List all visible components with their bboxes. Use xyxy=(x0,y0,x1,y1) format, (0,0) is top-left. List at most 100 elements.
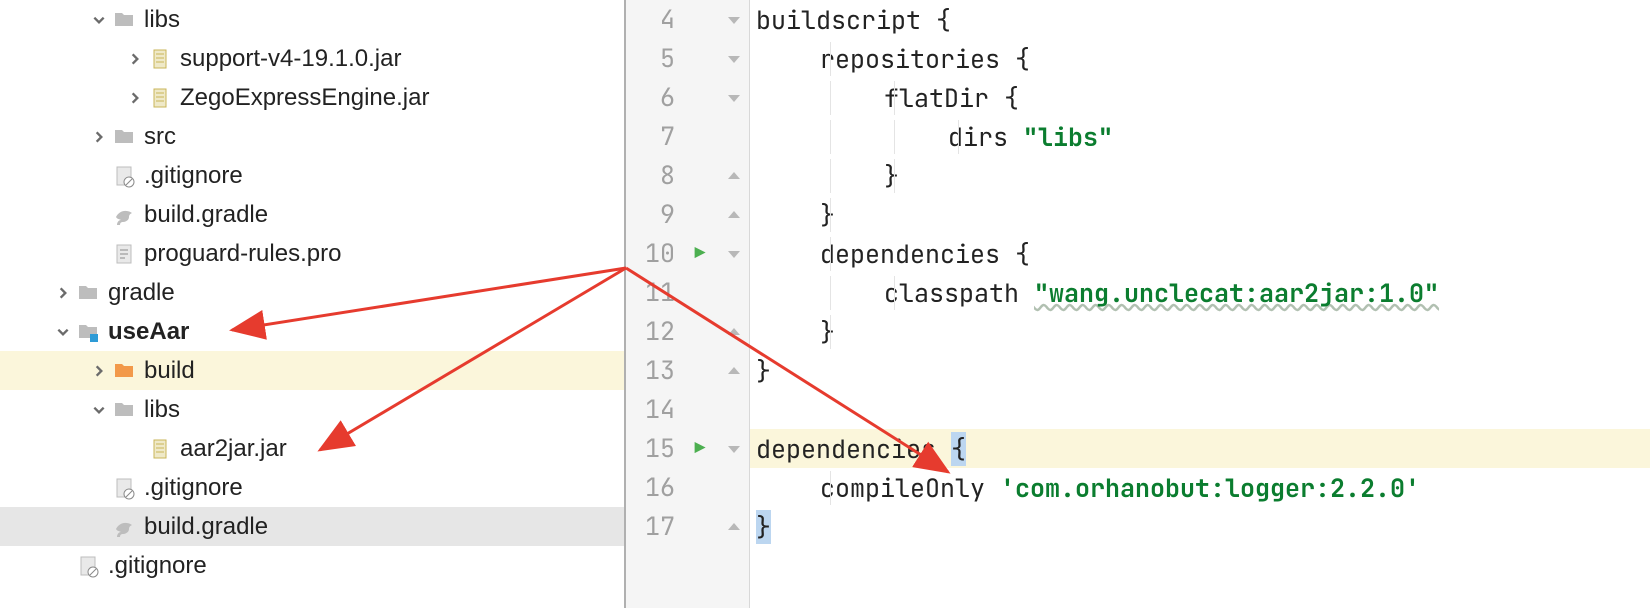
code-token: buildscript { xyxy=(756,3,951,37)
code-token: dependencies xyxy=(756,432,951,466)
chevron-right-icon[interactable] xyxy=(54,284,72,302)
run-gutter-icon[interactable]: ▶ xyxy=(682,429,718,468)
jar-support-v4[interactable]: support-v4-19.1.0.jar xyxy=(0,39,624,78)
run-gutter-empty xyxy=(682,390,718,429)
fold-gutter-icon[interactable] xyxy=(718,195,749,234)
run-gutter-empty xyxy=(682,39,718,78)
code-editor[interactable]: 4567891011121314151617 ▶▶ buildscript {r… xyxy=(626,0,1650,608)
fold-gutter-icon[interactable] xyxy=(718,156,749,195)
code-line[interactable]: } xyxy=(750,507,1650,546)
tree-item-label: .gitignore xyxy=(144,474,243,502)
line-number: 17 xyxy=(626,507,675,546)
gitignore-1[interactable]: .gitignore xyxy=(0,156,624,195)
proguard-rules[interactable]: proguard-rules.pro xyxy=(0,234,624,273)
tree-item-label: .gitignore xyxy=(108,552,207,580)
chevron-right-icon[interactable] xyxy=(126,89,144,107)
tree-item-label: proguard-rules.pro xyxy=(144,240,341,268)
gitignore-3[interactable]: .gitignore xyxy=(0,546,624,585)
run-gutter-empty xyxy=(682,78,718,117)
code-line[interactable]: flatDir { xyxy=(750,78,1650,117)
line-number: 16 xyxy=(626,468,675,507)
line-number: 14 xyxy=(626,390,675,429)
fold-gutter-icon[interactable] xyxy=(718,39,749,78)
libs-folder-2[interactable]: libs xyxy=(0,390,624,429)
code-line[interactable]: dirs "libs" xyxy=(750,117,1650,156)
tree-item-label: build.gradle xyxy=(144,513,268,541)
chevron-down-icon[interactable] xyxy=(54,323,72,341)
tree-item-label: gradle xyxy=(108,279,175,307)
run-gutter-empty xyxy=(682,507,718,546)
code-token: "libs" xyxy=(1023,120,1113,154)
chevron-right-icon[interactable] xyxy=(90,362,108,380)
tree-item-label: aar2jar.jar xyxy=(180,435,287,463)
fold-gutter-icon xyxy=(718,117,749,156)
fold-gutter-icon[interactable] xyxy=(718,234,749,273)
gitignore-icon xyxy=(112,164,136,188)
gutter-fold-markers[interactable] xyxy=(718,0,750,608)
fold-gutter-icon xyxy=(718,390,749,429)
chevron-down-icon[interactable] xyxy=(90,11,108,29)
libs-folder[interactable]: libs xyxy=(0,0,624,39)
code-token: "wang.unclecat:aar2jar:1.0" xyxy=(1034,276,1439,310)
code-line[interactable]: } xyxy=(750,312,1650,351)
folder-icon xyxy=(112,398,136,422)
jar-zego[interactable]: ZegoExpressEngine.jar xyxy=(0,78,624,117)
folder-icon xyxy=(112,125,136,149)
line-number: 10 xyxy=(626,234,675,273)
fold-gutter-icon[interactable] xyxy=(718,351,749,390)
build-gradle-2[interactable]: build.gradle xyxy=(0,507,624,546)
run-gutter-icon[interactable]: ▶ xyxy=(682,234,718,273)
code-token: { xyxy=(951,432,966,466)
fold-gutter-icon xyxy=(718,273,749,312)
module-icon xyxy=(76,320,100,344)
code-line[interactable]: } xyxy=(750,156,1650,195)
code-line[interactable]: compileOnly 'com.orhanobut:logger:2.2.0' xyxy=(750,468,1650,507)
code-line[interactable]: dependencies { xyxy=(750,234,1650,273)
fold-gutter-icon[interactable] xyxy=(718,0,749,39)
textfile-icon xyxy=(112,242,136,266)
tree-item-label: build xyxy=(144,357,195,385)
fold-gutter-icon[interactable] xyxy=(718,429,749,468)
gradle-icon xyxy=(112,515,136,539)
code-token: compileOnly xyxy=(820,471,1000,505)
build-folder[interactable]: build xyxy=(0,351,624,390)
code-line[interactable]: } xyxy=(750,195,1650,234)
code-line[interactable]: dependencies { xyxy=(750,429,1650,468)
tree-item-label: ZegoExpressEngine.jar xyxy=(180,84,429,112)
chevron-right-icon[interactable] xyxy=(126,50,144,68)
build-gradle-1[interactable]: build.gradle xyxy=(0,195,624,234)
line-number: 8 xyxy=(626,156,675,195)
code-token: classpath xyxy=(884,276,1034,310)
fold-gutter-icon xyxy=(718,468,749,507)
run-gutter-empty xyxy=(682,195,718,234)
code-token: } xyxy=(884,159,899,193)
tree-item-label: support-v4-19.1.0.jar xyxy=(180,45,401,73)
run-gutter-empty xyxy=(682,351,718,390)
fold-gutter-icon[interactable] xyxy=(718,312,749,351)
code-line[interactable]: } xyxy=(750,351,1650,390)
gitignore-2[interactable]: .gitignore xyxy=(0,468,624,507)
code-line[interactable]: buildscript { xyxy=(750,0,1650,39)
chevron-down-icon[interactable] xyxy=(90,401,108,419)
useaar-module[interactable]: useAar xyxy=(0,312,624,351)
jar-icon xyxy=(148,437,172,461)
gradle-folder[interactable]: gradle xyxy=(0,273,624,312)
tree-item-label: src xyxy=(144,123,176,151)
code-line[interactable] xyxy=(750,390,1650,429)
jar-aar2jar[interactable]: aar2jar.jar xyxy=(0,429,624,468)
code-area[interactable]: buildscript {repositories {flatDir {dirs… xyxy=(750,0,1650,608)
tree-item-label: build.gradle xyxy=(144,201,268,229)
fold-gutter-icon[interactable] xyxy=(718,507,749,546)
line-number: 4 xyxy=(626,0,675,39)
run-gutter-empty xyxy=(682,273,718,312)
chevron-right-icon[interactable] xyxy=(90,128,108,146)
run-gutter-empty xyxy=(682,312,718,351)
code-line[interactable]: repositories { xyxy=(750,39,1650,78)
gutter-run-markers[interactable]: ▶▶ xyxy=(682,0,718,608)
fold-gutter-icon[interactable] xyxy=(718,78,749,117)
src-folder[interactable]: src xyxy=(0,117,624,156)
code-line[interactable]: classpath "wang.unclecat:aar2jar:1.0" xyxy=(750,273,1650,312)
project-tree[interactable]: libs support-v4-19.1.0.jar ZegoExpressEngi… xyxy=(0,0,626,608)
tree-item-label: useAar xyxy=(108,318,189,346)
line-number: 5 xyxy=(626,39,675,78)
